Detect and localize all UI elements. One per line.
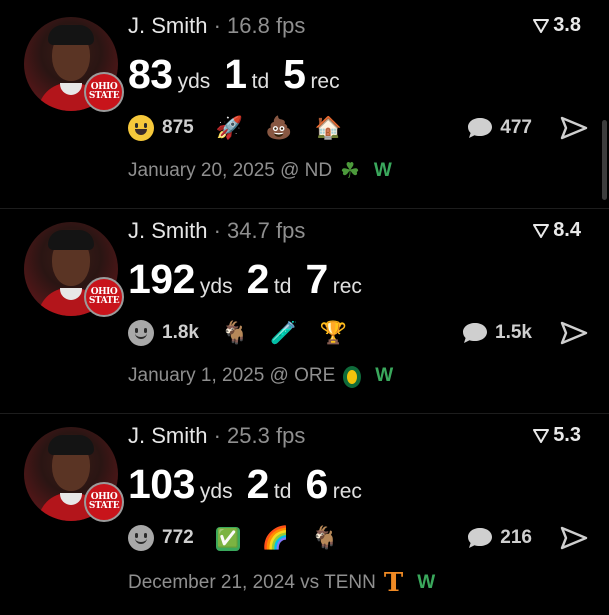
rec-unit: rec bbox=[332, 480, 362, 503]
fps-value: 34.7 fps bbox=[227, 218, 306, 243]
rating[interactable]: 5.3 bbox=[533, 424, 581, 447]
rec-value: 6 bbox=[305, 461, 328, 507]
shamrock-icon: ☘ bbox=[340, 158, 360, 183]
goat-emoji-icon[interactable]: 🐐 bbox=[311, 526, 338, 551]
yards-unit: yds bbox=[199, 480, 233, 503]
rating-value: 5.3 bbox=[553, 424, 581, 446]
neutral-face-icon bbox=[128, 525, 154, 551]
game-info: January 20, 2025 @ ND ☘ W bbox=[128, 158, 392, 184]
test-tube-emoji-icon[interactable]: 🧪 bbox=[270, 321, 297, 346]
td-value: 2 bbox=[246, 461, 270, 507]
check-mark-emoji-icon[interactable]: ✅ bbox=[215, 525, 240, 551]
yards-unit: yds bbox=[177, 70, 211, 93]
oregon-o-icon bbox=[343, 363, 362, 389]
comment-button[interactable]: 477 bbox=[467, 116, 588, 140]
game-date: January 1, 2025 @ ORE bbox=[128, 365, 336, 386]
upvote-funnel-icon bbox=[533, 18, 550, 33]
action-bar: 1.8k 🐐 🧪 🏆 1.5k bbox=[128, 315, 588, 351]
tennessee-t-icon: T bbox=[383, 568, 404, 598]
poop-emoji-icon[interactable]: 💩 bbox=[265, 116, 292, 141]
stat-line: 83 yds 1 td 5 rec bbox=[128, 51, 354, 98]
post-card[interactable]: OHIO STATE J. Smith · 25.3 fps 5.3 103 yd… bbox=[0, 410, 609, 614]
post-header: J. Smith · 34.7 fps bbox=[128, 218, 306, 243]
rec-value: 7 bbox=[305, 256, 328, 302]
post-header: J. Smith · 25.3 fps bbox=[128, 423, 306, 448]
player-name[interactable]: J. Smith bbox=[128, 13, 207, 38]
comment-count: 477 bbox=[500, 117, 532, 138]
action-bar: 772 ✅ 🌈 🐐 216 bbox=[128, 520, 588, 556]
game-result: W bbox=[373, 160, 392, 181]
comment-count: 1.5k bbox=[495, 322, 532, 343]
reaction-count: 875 bbox=[162, 117, 194, 138]
comment-bubble-icon bbox=[468, 528, 493, 548]
yards-unit: yds bbox=[199, 275, 233, 298]
rating-value: 3.8 bbox=[553, 14, 581, 36]
reaction-count: 772 bbox=[162, 527, 194, 548]
team-logo: OHIO STATE bbox=[84, 482, 124, 522]
rating[interactable]: 3.8 bbox=[533, 14, 581, 37]
share-send-icon[interactable] bbox=[560, 116, 588, 140]
feed: OHIO STATE J. Smith · 16.8 fps 3.8 83 yds… bbox=[0, 0, 609, 615]
fps-value: 16.8 fps bbox=[227, 13, 306, 38]
game-info: January 1, 2025 @ ORE W bbox=[128, 363, 393, 389]
player-name[interactable]: J. Smith bbox=[128, 218, 207, 243]
neutral-face-icon bbox=[128, 320, 154, 346]
upvote-funnel-icon bbox=[533, 223, 550, 238]
post-card[interactable]: OHIO STATE J. Smith · 34.7 fps 8.4 192 yd… bbox=[0, 205, 609, 409]
trophy-emoji-icon[interactable]: 🏆 bbox=[320, 321, 347, 346]
game-result: W bbox=[417, 572, 436, 593]
td-value: 2 bbox=[246, 256, 270, 302]
stat-line: 192 yds 2 td 7 rec bbox=[128, 256, 376, 303]
player-name[interactable]: J. Smith bbox=[128, 423, 207, 448]
comment-bubble-icon bbox=[463, 323, 488, 343]
yards-value: 83 bbox=[128, 51, 173, 97]
reaction-count: 1.8k bbox=[162, 322, 199, 343]
comment-bubble-icon bbox=[468, 118, 493, 138]
team-logo: OHIO STATE bbox=[84, 72, 124, 112]
td-value: 1 bbox=[224, 51, 247, 97]
comment-button[interactable]: 216 bbox=[467, 526, 588, 550]
rec-value: 5 bbox=[283, 51, 306, 97]
scrollbar[interactable] bbox=[602, 120, 607, 200]
yards-value: 103 bbox=[128, 461, 195, 507]
rocket-emoji-icon[interactable]: 🚀 bbox=[216, 116, 243, 141]
rating-value: 8.4 bbox=[553, 219, 581, 241]
yards-value: 192 bbox=[128, 256, 195, 302]
post-header: J. Smith · 16.8 fps bbox=[128, 13, 306, 38]
house-emoji-icon[interactable]: 🏠 bbox=[315, 116, 342, 141]
td-unit: td bbox=[273, 480, 292, 503]
reaction-button[interactable]: 1.8k bbox=[128, 320, 199, 346]
fps-value: 25.3 fps bbox=[227, 423, 306, 448]
stat-line: 103 yds 2 td 6 rec bbox=[128, 461, 376, 508]
comment-button[interactable]: 1.5k bbox=[462, 321, 588, 345]
share-send-icon[interactable] bbox=[560, 526, 588, 550]
game-date: January 20, 2025 @ ND bbox=[128, 160, 333, 181]
post-card[interactable]: OHIO STATE J. Smith · 16.8 fps 3.8 83 yds… bbox=[0, 0, 609, 204]
td-unit: td bbox=[273, 275, 292, 298]
action-bar: 875 🚀 💩 🏠 477 bbox=[128, 110, 588, 146]
smile-face-icon bbox=[128, 115, 154, 141]
game-info: December 21, 2024 vs TENN T W bbox=[128, 568, 435, 598]
reaction-button[interactable]: 875 bbox=[128, 115, 194, 141]
rating[interactable]: 8.4 bbox=[533, 219, 581, 242]
goat-emoji-icon[interactable]: 🐐 bbox=[221, 321, 248, 346]
td-unit: td bbox=[251, 70, 270, 93]
game-date: December 21, 2024 vs TENN bbox=[128, 572, 376, 593]
comment-count: 216 bbox=[500, 527, 532, 548]
share-send-icon[interactable] bbox=[560, 321, 588, 345]
team-logo: OHIO STATE bbox=[84, 277, 124, 317]
game-result: W bbox=[375, 365, 394, 386]
rec-unit: rec bbox=[310, 70, 340, 93]
rec-unit: rec bbox=[332, 275, 362, 298]
upvote-funnel-icon bbox=[533, 428, 550, 443]
reaction-button[interactable]: 772 bbox=[128, 525, 194, 551]
rainbow-emoji-icon[interactable]: 🌈 bbox=[262, 526, 289, 551]
